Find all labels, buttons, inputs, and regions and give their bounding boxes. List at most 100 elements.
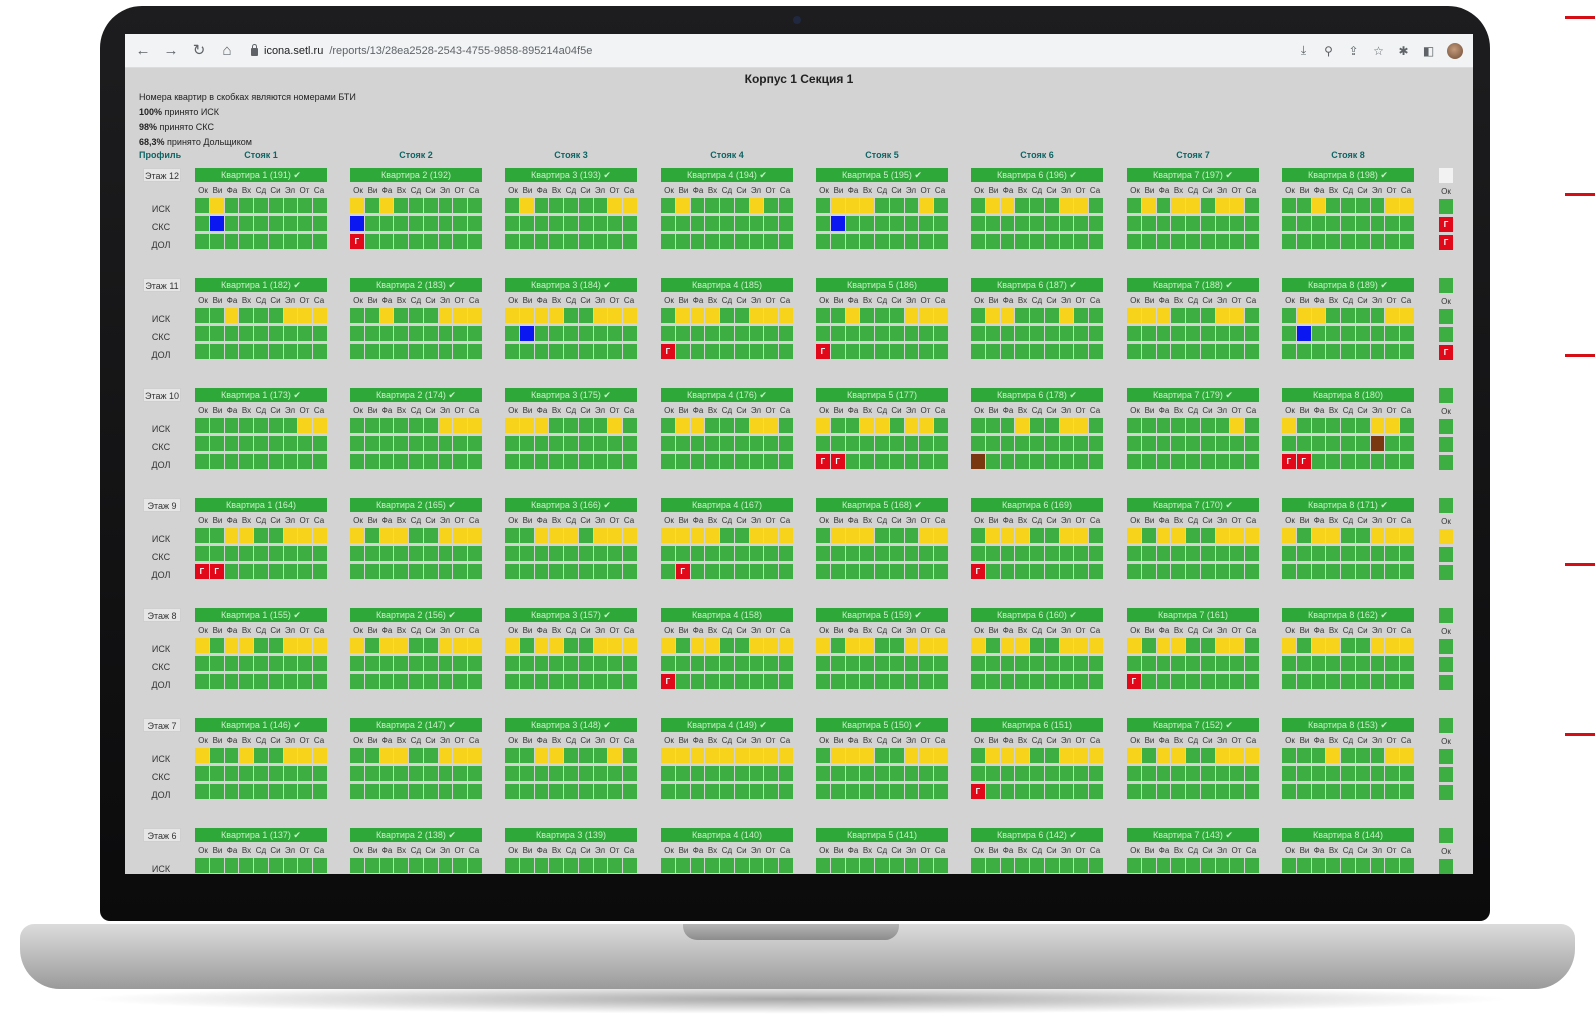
status-cell[interactable] [845, 766, 860, 781]
status-cell[interactable] [845, 344, 860, 359]
status-cell[interactable] [889, 674, 904, 689]
apartment-card[interactable]: Квартира 5 (186) Ок Ви Фа Вх Сд Си Эл От Са Г [816, 278, 949, 362]
status-cell[interactable] [224, 674, 239, 689]
status-cell[interactable] [195, 766, 209, 781]
status-cell[interactable] [534, 454, 549, 469]
status-cell[interactable] [749, 436, 764, 451]
apartment-title[interactable]: Квартира 5 (195) ✔ [816, 168, 948, 182]
status-cell[interactable] [578, 656, 593, 671]
status-cell[interactable] [661, 564, 675, 579]
status-cell[interactable] [379, 234, 394, 249]
status-cell[interactable] [734, 344, 749, 359]
status-cell[interactable] [394, 766, 409, 781]
status-cell[interactable] [1282, 308, 1296, 323]
status-cell[interactable]: Г [350, 234, 364, 249]
status-cell[interactable] [1296, 638, 1311, 653]
status-cell[interactable] [764, 216, 779, 231]
status-cell[interactable] [564, 656, 578, 671]
apartment-card[interactable]: Квартира 8 (153) ✔ Ок Ви Фа Вх Сд Си Эл От Са [1282, 718, 1415, 802]
status-cell[interactable] [283, 638, 298, 653]
status-cell[interactable] [1311, 638, 1326, 653]
status-cell[interactable] [749, 198, 764, 213]
status-cell[interactable] [239, 564, 254, 579]
partial-apartment-header[interactable] [1439, 828, 1453, 843]
status-cell[interactable] [690, 454, 705, 469]
status-cell[interactable] [690, 436, 705, 451]
status-cell[interactable] [860, 418, 875, 433]
status-cell[interactable] [1400, 234, 1415, 249]
status-cell[interactable] [675, 326, 690, 341]
status-cell[interactable] [934, 436, 949, 451]
status-cell[interactable] [1385, 546, 1400, 561]
status-cell[interactable] [505, 564, 519, 579]
status-cell[interactable] [779, 638, 794, 653]
apartment-title[interactable]: Квартира 7 (152) ✔ [1127, 718, 1259, 732]
status-cell[interactable] [1326, 234, 1341, 249]
apartment-card[interactable]: Квартира 2 (156) ✔ Ок Ви Фа Вх Сд Си Эл От Са [350, 608, 483, 692]
status-cell[interactable] [1341, 766, 1355, 781]
apartment-card[interactable]: Квартира 1 (137) ✔ Ок Ви Фа Вх Сд Си Эл От Са [195, 828, 328, 874]
status-cell[interactable] [283, 656, 298, 671]
status-cell[interactable] [1015, 436, 1030, 451]
status-cell[interactable] [1074, 748, 1089, 763]
status-cell[interactable] [578, 344, 593, 359]
status-cell[interactable] [720, 216, 734, 231]
status-cell[interactable] [534, 674, 549, 689]
status-cell[interactable] [904, 418, 919, 433]
status-cell[interactable] [1311, 418, 1326, 433]
status-cell[interactable] [1311, 784, 1326, 799]
share-icon[interactable]: ⇪ [1347, 44, 1360, 58]
status-cell[interactable] [195, 436, 209, 451]
status-cell[interactable] [889, 234, 904, 249]
status-cell[interactable] [254, 656, 268, 671]
status-cell[interactable] [468, 784, 483, 799]
status-cell[interactable] [1000, 638, 1015, 653]
status-cell[interactable] [1171, 198, 1186, 213]
status-cell[interactable] [534, 344, 549, 359]
status-cell[interactable] [1355, 234, 1370, 249]
status-cell[interactable] [608, 638, 623, 653]
status-cell[interactable] [830, 674, 845, 689]
status-cell[interactable] [705, 564, 720, 579]
status-cell[interactable] [1245, 564, 1260, 579]
status-cell[interactable] [1215, 308, 1230, 323]
status-cell[interactable] [468, 748, 483, 763]
status-cell[interactable] [1200, 436, 1215, 451]
status-cell[interactable] [1186, 546, 1200, 561]
status-cell[interactable] [985, 766, 1000, 781]
status-cell[interactable] [690, 564, 705, 579]
status-cell[interactable] [1230, 418, 1245, 433]
status-cell[interactable] [438, 858, 453, 873]
status-cell[interactable] [195, 454, 209, 469]
status-cell[interactable] [1370, 748, 1385, 763]
status-cell[interactable] [438, 344, 453, 359]
status-cell[interactable] [505, 308, 519, 323]
status-cell[interactable] [534, 546, 549, 561]
status-cell[interactable] [889, 638, 904, 653]
status-cell[interactable] [919, 564, 934, 579]
status-cell[interactable] [971, 546, 985, 561]
status-cell[interactable] [505, 784, 519, 799]
status-cell[interactable] [1127, 858, 1141, 873]
status-cell[interactable] [705, 674, 720, 689]
status-cell[interactable] [1215, 546, 1230, 561]
status-cell[interactable] [209, 638, 224, 653]
status-cell[interactable] [468, 546, 483, 561]
zoom-icon[interactable]: ⚲ [1322, 44, 1335, 58]
status-cell[interactable] [409, 234, 423, 249]
status-cell[interactable] [1074, 418, 1089, 433]
status-cell[interactable] [705, 858, 720, 873]
status-cell[interactable] [690, 748, 705, 763]
status-cell[interactable] [934, 638, 949, 653]
status-cell[interactable] [519, 546, 534, 561]
status-cell[interactable] [313, 528, 328, 543]
status-cell[interactable] [505, 344, 519, 359]
status-cell[interactable] [830, 858, 845, 873]
status-cell[interactable] [675, 784, 690, 799]
status-cell[interactable] [1311, 454, 1326, 469]
status-cell[interactable] [608, 234, 623, 249]
status-cell[interactable] [1311, 564, 1326, 579]
status-cell[interactable] [860, 564, 875, 579]
status-cell[interactable] [209, 858, 224, 873]
status-cell[interactable] [1059, 674, 1074, 689]
